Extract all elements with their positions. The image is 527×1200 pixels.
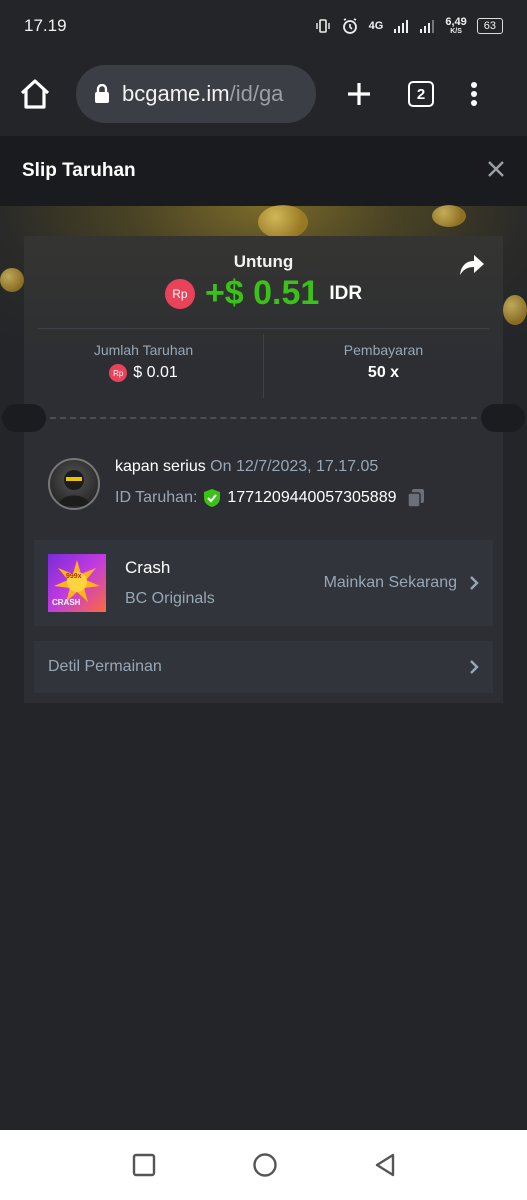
- lock-icon: [94, 84, 110, 104]
- play-now-label: Mainkan Sekarang: [323, 574, 457, 591]
- bet-stats: Jumlah Taruhan Rp $ 0.01 Pembayaran 50 x: [24, 334, 503, 398]
- game-row[interactable]: 999x CRASH Crash BC Originals Mainkan Se…: [34, 540, 493, 626]
- speed-unit: K/S: [450, 28, 462, 35]
- tab-switcher-button[interactable]: 2: [408, 81, 434, 107]
- url-bar[interactable]: bcgame.im/id/ga: [76, 65, 316, 123]
- copy-icon[interactable]: [406, 488, 425, 508]
- verified-shield-icon: [203, 488, 221, 508]
- rupiah-icon-text: Rp: [172, 286, 188, 301]
- bet-user-row: kapan serius On 12/7/2023, 17.17.05 ID T…: [48, 458, 478, 518]
- payout-value: 50 x: [367, 364, 400, 381]
- game-provider: BC Originals: [125, 590, 215, 607]
- profit-value: +$ 0.51: [204, 274, 320, 312]
- speed-indicator: 6,49 K/S: [445, 16, 467, 36]
- bet-id-line: ID Taruhan: 1771209440057305889: [115, 488, 425, 508]
- coin-decoration: [503, 295, 527, 325]
- chevron-right-icon: [469, 659, 479, 675]
- tab-count: 2: [416, 85, 426, 103]
- avatar[interactable]: [48, 458, 100, 510]
- bet-id: 1771209440057305889: [227, 489, 397, 506]
- home-button-icon[interactable]: [252, 1152, 278, 1178]
- game-info: Crash BC Originals: [125, 558, 324, 608]
- game-details-link[interactable]: Detil Permainan: [34, 641, 493, 693]
- coin-decoration: [432, 205, 466, 227]
- bet-card: Untung Rp +$ 0.51 IDR Jumlah Taruhan Rp …: [2, 236, 525, 703]
- username[interactable]: kapan serius: [115, 458, 206, 475]
- status-time: 17.19: [24, 16, 67, 35]
- slip-header: Slip Taruhan: [0, 136, 527, 206]
- share-icon[interactable]: [459, 254, 485, 281]
- browser-toolbar: bcgame.im/id/ga 2: [0, 52, 527, 136]
- vibrate-icon: [315, 18, 331, 34]
- coin-decoration: [258, 205, 308, 239]
- url-path: /id/ga: [229, 81, 284, 106]
- game-thumbnail[interactable]: 999x CRASH: [48, 554, 106, 612]
- game-thumb-label: CRASH: [52, 598, 81, 607]
- rupiah-icon: Rp: [109, 364, 128, 382]
- slip-title: Slip Taruhan: [22, 160, 136, 181]
- url-domain: bcgame.im: [122, 81, 230, 106]
- bet-user-line: kapan serius On 12/7/2023, 17.17.05: [115, 458, 378, 476]
- status-icons: 4G 6,49 K/S 63: [315, 17, 503, 35]
- divider: [38, 328, 489, 329]
- bet-amount-row: Rp $ 0.01: [24, 364, 263, 382]
- more-menu-icon[interactable]: [470, 81, 478, 107]
- rupiah-icon-text: Rp: [113, 368, 124, 378]
- profit-row: Rp +$ 0.51 IDR: [24, 274, 503, 313]
- back-icon[interactable]: [374, 1153, 396, 1177]
- battery-level: 63: [483, 20, 496, 32]
- ticket-notch-right: [481, 404, 525, 432]
- game-details-label: Detil Permainan: [48, 658, 162, 675]
- battery-icon: 63: [476, 18, 503, 34]
- close-icon[interactable]: [487, 157, 505, 185]
- signal-icon: [393, 19, 409, 33]
- signal-icon-2: [419, 19, 435, 33]
- new-tab-icon[interactable]: [346, 81, 372, 107]
- network-label: 4G: [368, 20, 384, 32]
- game-name: Crash: [125, 558, 171, 577]
- status-bar: 17.19 4G 6,49 K/S 63: [0, 0, 527, 52]
- payout-label: Pembayaran: [343, 342, 424, 358]
- speed-value: 6,49: [445, 16, 467, 28]
- game-thumb-badge: 999x: [66, 573, 82, 580]
- recents-icon[interactable]: [132, 1153, 156, 1177]
- browser-actions: 2: [346, 81, 478, 107]
- bet-id-label: ID Taruhan:: [115, 489, 198, 506]
- home-icon[interactable]: [16, 75, 54, 113]
- rupiah-icon: Rp: [164, 278, 195, 309]
- bet-time: On 12/7/2023, 17.17.05: [210, 458, 379, 475]
- system-nav-bar: [0, 1130, 527, 1200]
- profit-currency: IDR: [329, 282, 363, 304]
- alarm-icon: [341, 17, 359, 35]
- bet-amount-value: $ 0.01: [133, 364, 178, 381]
- payout-stat: Pembayaran 50 x: [263, 334, 503, 398]
- play-now-link[interactable]: Mainkan Sekarang: [324, 574, 479, 592]
- coin-decoration: [0, 268, 24, 292]
- profit-label: Untung: [233, 252, 294, 271]
- chevron-right-icon: [469, 575, 479, 591]
- ticket-dashed-divider: [50, 417, 477, 419]
- bet-amount-stat: Jumlah Taruhan Rp $ 0.01: [24, 334, 263, 398]
- ticket-notch-left: [2, 404, 46, 432]
- bet-amount-label: Jumlah Taruhan: [93, 342, 194, 358]
